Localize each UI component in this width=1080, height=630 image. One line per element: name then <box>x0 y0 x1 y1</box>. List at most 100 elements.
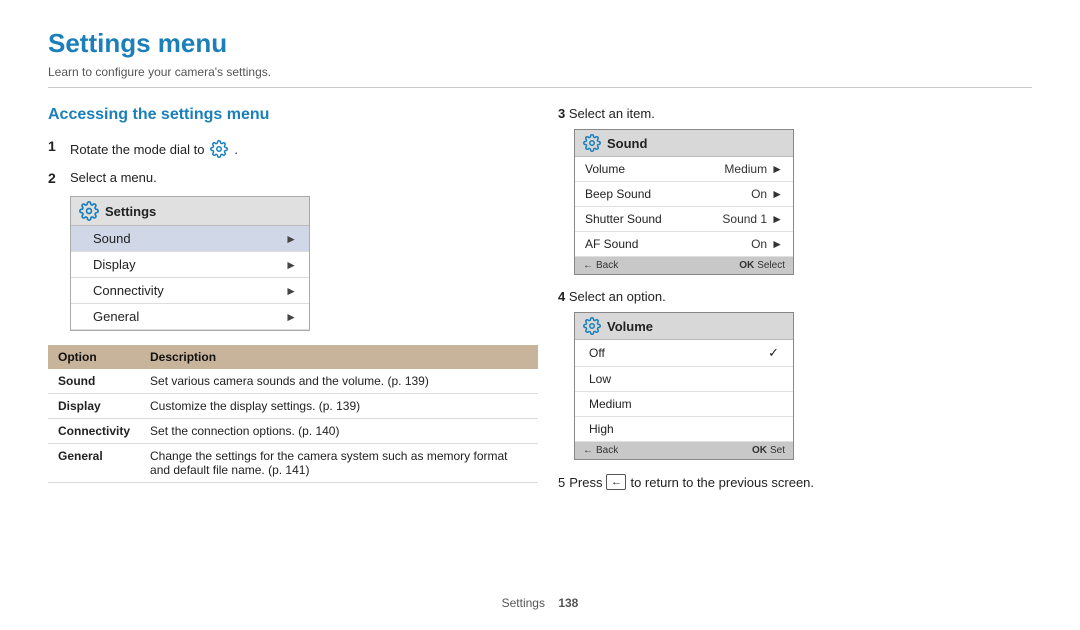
footer-page-number: 138 <box>558 596 578 610</box>
table-row: Display Customize the display settings. … <box>48 394 538 419</box>
sound-row-value-shutter: Sound 1 ► <box>722 212 783 226</box>
step-5-text: to return to the previous screen. <box>630 475 814 490</box>
volume-option-label: High <box>589 422 614 436</box>
table-row: Connectivity Set the connection options.… <box>48 419 538 444</box>
sound-menu-footer: ← Back OK Select <box>575 257 793 274</box>
sound-menu-ui: Sound Volume Medium ► Beep Sound On ► <box>574 129 794 275</box>
arrow-icon: ► <box>285 258 297 272</box>
section-title: Accessing the settings menu <box>48 106 538 124</box>
arrow-icon: ► <box>285 232 297 246</box>
sound-row-value-volume: Medium ► <box>724 162 783 176</box>
table-cell-option: Connectivity <box>48 419 140 444</box>
volume-option-low[interactable]: Low <box>575 367 793 392</box>
sound-row-value-beep: On ► <box>751 187 783 201</box>
footer-ok: OK Select <box>739 260 785 271</box>
sound-header-icon <box>583 134 601 152</box>
right-column: 3 Select an item. Sound Volume <box>558 96 1032 588</box>
step-2-text: Select a menu. <box>70 170 157 185</box>
ok-label: OK <box>739 260 754 271</box>
camera-menu-row-label: Sound <box>93 231 131 246</box>
step-1-number: 1 <box>48 138 66 154</box>
sound-menu-row-beep[interactable]: Beep Sound On ► <box>575 182 793 207</box>
table-cell-description: Set the connection options. (p. 140) <box>140 419 538 444</box>
volume-option-label: Low <box>589 372 611 386</box>
table-row: Sound Set various camera sounds and the … <box>48 369 538 394</box>
step-2: 2 Select a menu. <box>48 170 538 186</box>
back-arrow-icon: ← <box>583 445 593 456</box>
camera-menu-row-general[interactable]: General ► <box>71 304 309 330</box>
camera-menu-row-label: Connectivity <box>93 283 164 298</box>
sound-menu-row-volume[interactable]: Volume Medium ► <box>575 157 793 182</box>
camera-gear-icon <box>79 201 99 221</box>
volume-select-footer: ← Back OK Set <box>575 442 793 459</box>
footer-section: Settings <box>502 596 545 610</box>
back-arrow-icon: ← <box>583 260 593 271</box>
step-3: 3 Select an item. Sound Volume <box>558 106 1032 275</box>
table-cell-description: Customize the display settings. (p. 139) <box>140 394 538 419</box>
options-table: Option Description Sound Set various cam… <box>48 345 538 483</box>
table-cell-option: Display <box>48 394 140 419</box>
camera-menu-title: Settings <box>105 204 156 219</box>
sound-menu-row-shutter[interactable]: Shutter Sound Sound 1 ► <box>575 207 793 232</box>
camera-menu-row-connectivity[interactable]: Connectivity ► <box>71 278 309 304</box>
footer-ok: OK Set <box>752 445 785 456</box>
footer-back: ← Back <box>583 445 618 456</box>
step-1: 1 Rotate the mode dial to . <box>48 138 538 160</box>
sound-row-label: Volume <box>585 162 625 176</box>
step-1-text: Rotate the mode dial to . <box>70 138 238 160</box>
step-4-number: 4 <box>558 289 565 304</box>
arrow-right-icon: ► <box>771 162 783 176</box>
ok-label: OK <box>752 445 767 456</box>
volume-option-off[interactable]: Off ✓ <box>575 340 793 367</box>
camera-menu-ui: Settings Sound ► Display ► Connectivity … <box>70 196 310 331</box>
table-cell-description: Change the settings for the camera syste… <box>140 444 538 483</box>
back-icon: ← <box>606 474 626 490</box>
table-cell-option: General <box>48 444 140 483</box>
step-2-number: 2 <box>48 170 66 186</box>
volume-option-medium[interactable]: Medium <box>575 392 793 417</box>
volume-select-header: Volume <box>575 313 793 340</box>
arrow-right-icon: ► <box>771 212 783 226</box>
page-title: Settings menu <box>48 28 1032 59</box>
sound-menu-header: Sound <box>575 130 793 157</box>
page-subtitle: Learn to configure your camera's setting… <box>48 65 1032 88</box>
page: Settings menu Learn to configure your ca… <box>0 0 1080 630</box>
table-row: General Change the settings for the came… <box>48 444 538 483</box>
sound-menu-row-af[interactable]: AF Sound On ► <box>575 232 793 257</box>
camera-menu-row-label: Display <box>93 257 136 272</box>
sound-row-label: Beep Sound <box>585 187 651 201</box>
arrow-icon: ► <box>285 310 297 324</box>
footer: Settings 138 <box>48 596 1032 610</box>
main-content: Accessing the settings menu 1 Rotate the… <box>48 96 1032 588</box>
camera-menu-row-label: General <box>93 309 139 324</box>
volume-option-high[interactable]: High <box>575 417 793 442</box>
step-5-press: Press <box>569 475 602 490</box>
arrow-right-icon: ► <box>771 187 783 201</box>
arrow-icon: ► <box>285 284 297 298</box>
table-cell-description: Set various camera sounds and the volume… <box>140 369 538 394</box>
step-5: 5 Press ← to return to the previous scre… <box>558 474 1032 490</box>
camera-menu-row-sound[interactable]: Sound ► <box>71 226 309 252</box>
check-icon: ✓ <box>768 345 779 361</box>
volume-select-title: Volume <box>607 319 653 334</box>
volume-option-label: Off <box>589 346 605 360</box>
volume-option-label: Medium <box>589 397 632 411</box>
footer-back: ← Back <box>583 260 618 271</box>
camera-menu-row-display[interactable]: Display ► <box>71 252 309 278</box>
left-column: Accessing the settings menu 1 Rotate the… <box>48 96 538 588</box>
table-header-description: Description <box>140 345 538 369</box>
table-header-option: Option <box>48 345 140 369</box>
camera-menu-header: Settings <box>71 197 309 226</box>
sound-row-label: AF Sound <box>585 237 638 251</box>
sound-menu-title: Sound <box>607 136 647 151</box>
step-5-number: 5 <box>558 475 565 490</box>
step-3-label: 3 Select an item. <box>558 106 1032 121</box>
table-cell-option: Sound <box>48 369 140 394</box>
step-3-number: 3 <box>558 106 565 121</box>
volume-select-ui: Volume Off ✓ Low Medium Hi <box>574 312 794 460</box>
step-4-label: 4 Select an option. <box>558 289 1032 304</box>
gear-icon <box>208 138 230 160</box>
sound-row-label: Shutter Sound <box>585 212 662 226</box>
step-4: 4 Select an option. Volume Off ✓ <box>558 289 1032 460</box>
sound-row-value-af: On ► <box>751 237 783 251</box>
